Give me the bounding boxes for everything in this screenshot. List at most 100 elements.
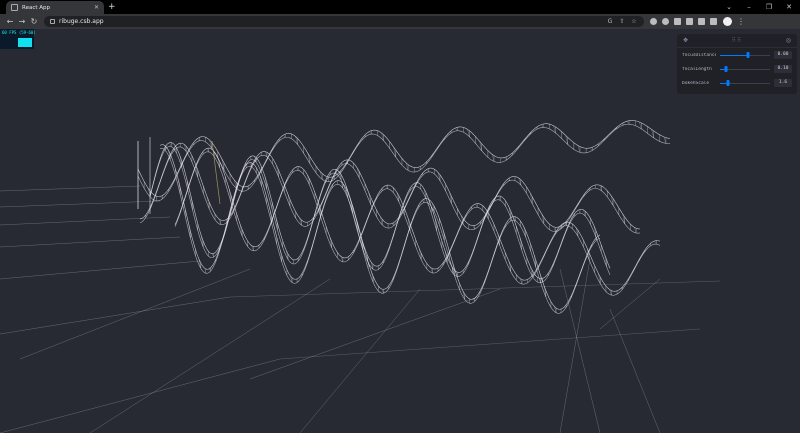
wire-line — [224, 222, 227, 225]
wire-line — [440, 229, 443, 236]
wire-line — [630, 229, 633, 232]
browser-tab-strip: React App ✕ + ⌄ – ❐ ✕ — [0, 0, 800, 14]
wire-line — [525, 236, 528, 242]
control-value-input[interactable]: 0.00 — [774, 51, 792, 59]
wire-line — [482, 210, 485, 213]
wire-line — [557, 128, 560, 131]
google-icon[interactable]: G — [606, 18, 614, 25]
fps-meter[interactable]: 60 FPS (59-60) — [0, 29, 36, 49]
close-tab-icon[interactable]: ✕ — [94, 4, 99, 11]
wire-line — [238, 225, 241, 232]
media-icon[interactable] — [698, 18, 705, 25]
wire-line — [594, 239, 597, 243]
side-panel-icon[interactable] — [710, 18, 717, 25]
wire-line — [650, 241, 653, 244]
wire-line — [439, 266, 442, 270]
new-tab-icon[interactable]: + — [108, 1, 116, 13]
url-text[interactable]: ribuge.csb.app — [59, 18, 602, 25]
back-icon[interactable]: ← — [4, 17, 16, 26]
drag-handle[interactable]: ⠿⠿ — [731, 37, 742, 44]
wire-line — [378, 267, 381, 270]
reload-icon[interactable]: ↻ — [28, 17, 40, 26]
wire-line — [246, 166, 249, 169]
wire-line — [219, 161, 222, 167]
wire-line — [305, 149, 309, 154]
wire-line — [205, 191, 208, 198]
control-value-input[interactable]: 0.10 — [774, 65, 792, 73]
wire-line — [526, 234, 530, 240]
three-viewport[interactable]: 60 FPS (59-60) ✥ ⠿⠿ ◎ focusDistance 0.00 f… — [0, 29, 800, 433]
move-icon[interactable]: ✥ — [683, 37, 688, 44]
control-value-input[interactable]: 1.6 — [774, 79, 792, 87]
slider-track[interactable] — [720, 68, 770, 70]
wire-line — [417, 186, 420, 188]
wire-line — [535, 259, 538, 266]
control-slider[interactable] — [720, 66, 770, 72]
extension-icon[interactable] — [674, 18, 681, 25]
wire-line — [296, 257, 299, 260]
wire-line — [653, 130, 656, 133]
wire-line — [535, 210, 539, 215]
wire-line — [445, 184, 448, 189]
minimize-icon[interactable]: – — [744, 3, 754, 11]
wire-line — [215, 252, 218, 256]
wire-line — [438, 224, 442, 230]
wire-line — [484, 207, 487, 211]
address-bar[interactable]: ribuge.csb.app G ⇧ ☆ — [44, 16, 644, 27]
wire-line — [261, 172, 264, 178]
wire-line — [292, 167, 295, 171]
wire-line — [210, 265, 213, 268]
wire-line — [495, 228, 498, 234]
share-icon[interactable]: ⇧ — [618, 18, 626, 25]
extension-icon[interactable] — [650, 18, 657, 25]
wire-line — [401, 158, 405, 161]
bookmark-star-icon[interactable]: ☆ — [630, 18, 638, 25]
wire-line — [257, 153, 260, 157]
wire-line — [295, 218, 298, 222]
wire-line — [603, 192, 606, 195]
wire-line — [420, 253, 424, 258]
slider-knob[interactable] — [726, 80, 730, 86]
wire-line — [520, 184, 523, 188]
wire-line — [480, 204, 483, 206]
wire-line — [483, 145, 487, 149]
wire-line — [585, 210, 588, 214]
wire-line — [369, 131, 372, 135]
puzzle-icon[interactable] — [686, 18, 693, 25]
menu-icon[interactable]: ⋮ — [737, 17, 745, 26]
extensions-area — [650, 18, 717, 25]
panel-header[interactable]: ✥ ⠿⠿ ◎ — [677, 34, 797, 48]
wire-line — [514, 277, 517, 281]
slider-knob[interactable] — [746, 52, 749, 58]
wire-line — [477, 145, 480, 149]
lock-icon[interactable] — [50, 19, 55, 24]
wire-line — [313, 169, 317, 173]
browser-tab[interactable]: React App ✕ — [6, 1, 104, 14]
wire-line — [532, 196, 535, 201]
wire-line — [469, 206, 472, 210]
wire-line — [503, 254, 506, 260]
control-slider[interactable] — [720, 52, 770, 58]
wire-line — [579, 146, 583, 148]
profile-avatar[interactable] — [723, 17, 732, 26]
wire-line — [298, 278, 301, 282]
forward-icon[interactable]: → — [16, 17, 28, 26]
wire-line — [506, 263, 510, 268]
wire-line — [538, 127, 542, 129]
wire-line — [293, 134, 296, 137]
control-slider[interactable] — [720, 80, 770, 86]
wire-line — [189, 157, 193, 163]
tab-search-icon[interactable]: ⌄ — [724, 3, 734, 11]
restore-icon[interactable]: ❐ — [764, 3, 774, 11]
wire-line — [420, 259, 424, 264]
wire-line — [575, 150, 579, 152]
close-window-icon[interactable]: ✕ — [784, 3, 794, 11]
slider-knob[interactable] — [724, 66, 728, 72]
wire-line — [257, 164, 260, 169]
settings-icon[interactable]: ◎ — [786, 37, 791, 44]
wire-line — [291, 263, 294, 265]
wire-line — [268, 209, 271, 217]
wire-line — [395, 157, 399, 161]
wire-line — [274, 167, 277, 173]
extension-icon[interactable] — [662, 18, 669, 25]
